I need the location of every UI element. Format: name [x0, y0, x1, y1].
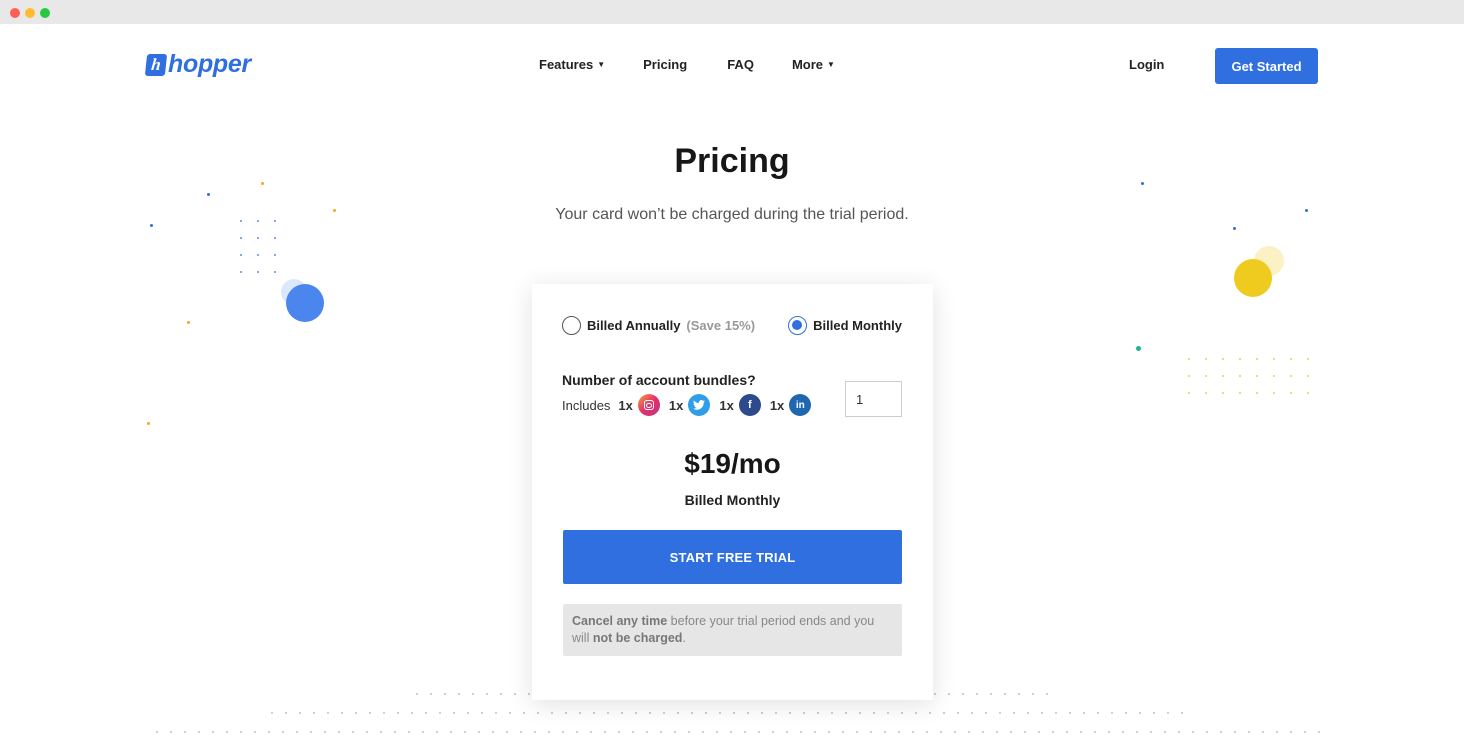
notice-text: . — [682, 631, 686, 645]
decor-dot — [1233, 227, 1236, 230]
cancel-notice: Cancel any time before your trial period… — [563, 604, 902, 656]
facebook-icon: f — [738, 394, 761, 416]
billing-option-label: Billed Monthly — [813, 318, 902, 333]
nav-faq[interactable]: FAQ — [727, 57, 754, 72]
bundles-label: Number of account bundles? — [562, 372, 756, 388]
nav-pricing[interactable]: Pricing — [643, 57, 687, 72]
linkedin-icon: in — [789, 394, 812, 416]
caret-down-icon: ▼ — [827, 60, 835, 69]
nav-features-label: Features — [539, 57, 594, 72]
get-started-button[interactable]: Get Started — [1215, 48, 1318, 84]
decor-dot-band — [150, 730, 1320, 734]
nav-more-label: More — [791, 57, 823, 72]
price: $19/mo — [684, 448, 781, 479]
bundle-includes: Includes 1x 1x 1x f 1x in — [562, 394, 820, 416]
notice-emphasis: not be charged — [592, 631, 683, 645]
billing-option-label: Billed Annually — [587, 318, 681, 333]
decor-dot — [261, 182, 264, 185]
twitter-count: 1x — [668, 397, 684, 413]
decor-dot — [1136, 346, 1141, 351]
caret-down-icon: ▼ — [597, 60, 606, 69]
logo-text: hopper — [168, 50, 251, 78]
billing-option-annually[interactable]: Billed Annually (Save 15%) — [562, 316, 755, 335]
radio-button[interactable] — [562, 316, 581, 335]
main-nav: Features ▼ Pricing FAQ More ▼ — [539, 57, 835, 72]
decor-dot-grid — [240, 220, 276, 273]
logo-mark: h — [144, 53, 168, 76]
window-chrome — [0, 0, 1464, 24]
nav-features[interactable]: Features ▼ — [539, 57, 605, 72]
instagram-icon — [637, 394, 660, 416]
maximize-window-button[interactable] — [40, 8, 50, 18]
decor-circle — [286, 284, 324, 322]
decor-circle — [1234, 259, 1272, 297]
login-link[interactable]: Login — [1129, 57, 1164, 72]
billing-toggle: Billed Annually (Save 15%) Billed Monthl… — [562, 316, 902, 335]
twitter-icon — [688, 394, 711, 416]
decor-dot — [147, 422, 150, 425]
linkedin-count: 1x — [769, 397, 785, 413]
decor-dot — [187, 321, 190, 324]
minimize-window-button[interactable] — [25, 8, 35, 18]
start-free-trial-button[interactable]: START FREE TRIAL — [563, 530, 902, 584]
savings-note: (Save 15%) — [686, 318, 756, 333]
includes-label: Includes — [562, 397, 611, 413]
decor-dot — [150, 224, 153, 227]
decor-dot — [1141, 182, 1144, 185]
facebook-count: 1x — [719, 397, 734, 413]
decor-dot-band — [265, 711, 1195, 715]
page-subtitle: Your card won’t be charged during the tr… — [555, 206, 909, 223]
pricing-page: h hopper Features ▼ Pricing FAQ More ▼ L… — [0, 24, 1464, 742]
close-window-button[interactable] — [10, 8, 20, 18]
decor-dot — [207, 193, 210, 196]
page-title: Pricing — [674, 142, 790, 180]
nav-more[interactable]: More ▼ — [792, 57, 835, 72]
bundle-quantity-input[interactable] — [845, 381, 902, 417]
notice-emphasis: Cancel any time — [572, 614, 668, 628]
billing-option-monthly[interactable]: Billed Monthly — [788, 316, 902, 335]
price-billing-note: Billed Monthly — [684, 492, 781, 508]
decor-dot-grid — [1188, 358, 1309, 394]
hopper-logo[interactable]: h hopper — [144, 50, 251, 79]
radio-button-selected[interactable] — [788, 316, 808, 335]
instagram-count: 1x — [618, 397, 633, 413]
pricing-card: Billed Annually (Save 15%) Billed Monthl… — [532, 284, 933, 700]
